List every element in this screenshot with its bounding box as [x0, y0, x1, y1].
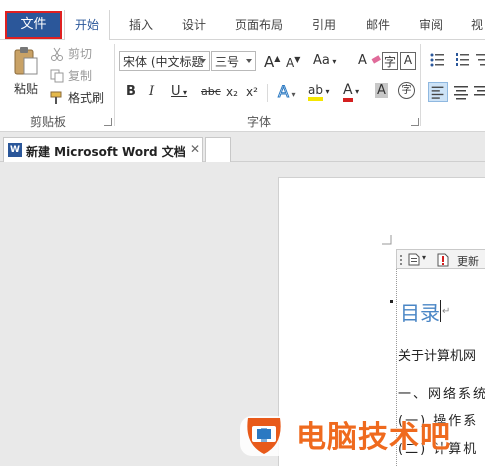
- group-divider: [267, 84, 268, 102]
- margin-corner-mark: [382, 235, 392, 245]
- italic-button[interactable]: I: [149, 84, 154, 99]
- ribbon-tab-bar: 文件 开始 插入 设计 页面布局 引用 邮件 审阅 视: [0, 8, 485, 40]
- font-color-button[interactable]: A ▾: [343, 82, 359, 102]
- underline-button[interactable]: U ▾: [171, 84, 187, 99]
- char-shading-button[interactable]: A: [375, 83, 388, 98]
- tab-view[interactable]: 视: [471, 16, 483, 33]
- strikethrough-button[interactable]: abc: [201, 85, 221, 98]
- chevron-down-icon[interactable]: ▾: [422, 253, 426, 262]
- tab-page-layout[interactable]: 页面布局: [235, 16, 283, 33]
- redo-icon[interactable]: [108, 0, 122, 6]
- tab-references[interactable]: 引用: [312, 16, 336, 33]
- enclose-char-button[interactable]: 字: [398, 82, 415, 99]
- new-tab-button[interactable]: [205, 137, 231, 162]
- undo-icon[interactable]: [8, 0, 22, 6]
- tab-file[interactable]: 文件: [5, 11, 62, 39]
- chevron-down-icon: [200, 59, 206, 63]
- tab-home[interactable]: 开始: [64, 10, 111, 40]
- highlight-label: ab: [308, 83, 323, 101]
- text-cursor: [440, 300, 441, 322]
- char-border-label: A: [403, 53, 413, 67]
- shrink-font-label: A: [286, 56, 295, 70]
- paragraph-anchor-mark: [390, 300, 393, 303]
- drag-handle-icon[interactable]: [399, 254, 403, 266]
- align-center-icon[interactable]: [452, 82, 470, 102]
- chevron-down-icon: [246, 59, 252, 63]
- group-divider: [114, 44, 115, 126]
- document-tab[interactable]: W 新建 Microsoft Word 文档 ✕: [3, 137, 203, 162]
- watermark-text: 电脑技术吧: [296, 420, 451, 455]
- font-name-value: 宋体 (中文标题: [123, 55, 204, 69]
- quick-access-toolbar: [0, 0, 485, 8]
- close-icon[interactable]: ✕: [190, 142, 200, 156]
- toc-content-control-toolbar: ▾ 更新: [396, 249, 485, 269]
- scissors-icon: [51, 47, 63, 61]
- font-size-value: 三号: [215, 55, 240, 69]
- grow-font-button[interactable]: A▲: [264, 53, 280, 71]
- copy-label: 复制: [68, 69, 93, 83]
- save-icon[interactable]: [38, 0, 52, 6]
- highlight-button[interactable]: ab ▾: [308, 83, 330, 101]
- format-painter-button[interactable]: 格式刷: [50, 89, 104, 106]
- font-color-label: A: [343, 82, 353, 102]
- phonetic-guide-button[interactable]: 字: [382, 52, 398, 70]
- change-case-label: Aa: [313, 53, 330, 68]
- paste-icon[interactable]: [12, 46, 38, 76]
- update-table-button[interactable]: 更新: [457, 253, 479, 269]
- paste-button[interactable]: 粘贴: [14, 80, 38, 97]
- paragraph-mark: ↵: [442, 306, 451, 317]
- numbering-icon[interactable]: [456, 52, 470, 68]
- shrink-font-button[interactable]: A▼: [286, 55, 300, 70]
- eraser-icon: [371, 55, 382, 64]
- font-group-label: 字体: [247, 115, 272, 129]
- subscript-button[interactable]: x₂: [226, 85, 238, 99]
- document-icon[interactable]: [408, 253, 420, 266]
- text-effects-label: A: [278, 82, 290, 102]
- underline-label: U: [171, 84, 181, 99]
- superscript-button[interactable]: x²: [246, 85, 258, 99]
- clear-format-button[interactable]: A: [358, 53, 382, 68]
- cut-button[interactable]: 剪切: [50, 45, 92, 62]
- document-tab-strip: W 新建 Microsoft Word 文档 ✕: [0, 132, 485, 162]
- change-case-button[interactable]: Aa ▾: [313, 53, 336, 68]
- format-painter-icon: [50, 91, 62, 104]
- format-painter-label: 格式刷: [68, 91, 105, 105]
- clear-format-label: A: [358, 53, 367, 68]
- font-launcher-icon[interactable]: [411, 118, 419, 126]
- update-table-icon[interactable]: [437, 253, 450, 267]
- align-right-icon[interactable]: [474, 82, 485, 102]
- ribbon-home: 粘贴 剪切 复制 格式刷 剪贴板 宋体 (中文标题 三号 A▲ A▼ Aa ▾ …: [0, 40, 485, 132]
- copy-icon: [50, 69, 64, 82]
- body-text-line: 关于计算机网: [398, 349, 477, 364]
- tab-mailings[interactable]: 邮件: [366, 16, 390, 33]
- group-divider: [420, 44, 421, 126]
- copy-button[interactable]: 复制: [50, 67, 92, 84]
- cut-label: 剪切: [68, 47, 93, 61]
- text-effects-button[interactable]: A ▾: [278, 82, 296, 102]
- align-left-icon[interactable]: [428, 82, 448, 102]
- bold-button[interactable]: B: [126, 84, 136, 99]
- clipboard-launcher-icon[interactable]: [104, 118, 112, 126]
- document-tab-title: 新建 Microsoft Word 文档: [26, 145, 186, 159]
- tab-review[interactable]: 审阅: [419, 16, 443, 33]
- font-name-select[interactable]: 宋体 (中文标题: [119, 51, 210, 71]
- char-border-button[interactable]: A: [400, 52, 416, 70]
- grow-font-label: A: [264, 53, 275, 71]
- font-size-select[interactable]: 三号: [211, 51, 256, 71]
- clipboard-group-label: 剪贴板: [30, 115, 67, 129]
- word-document-icon: W: [8, 143, 22, 157]
- phonetic-guide-label: 字: [383, 55, 396, 69]
- bullets-icon[interactable]: [430, 52, 448, 68]
- toc-heading: 目录: [400, 301, 440, 325]
- tab-design[interactable]: 设计: [182, 16, 206, 33]
- body-text-line: 一、网络系统: [398, 387, 485, 402]
- multilevel-list-icon[interactable]: [476, 52, 485, 68]
- tab-insert[interactable]: 插入: [129, 16, 153, 33]
